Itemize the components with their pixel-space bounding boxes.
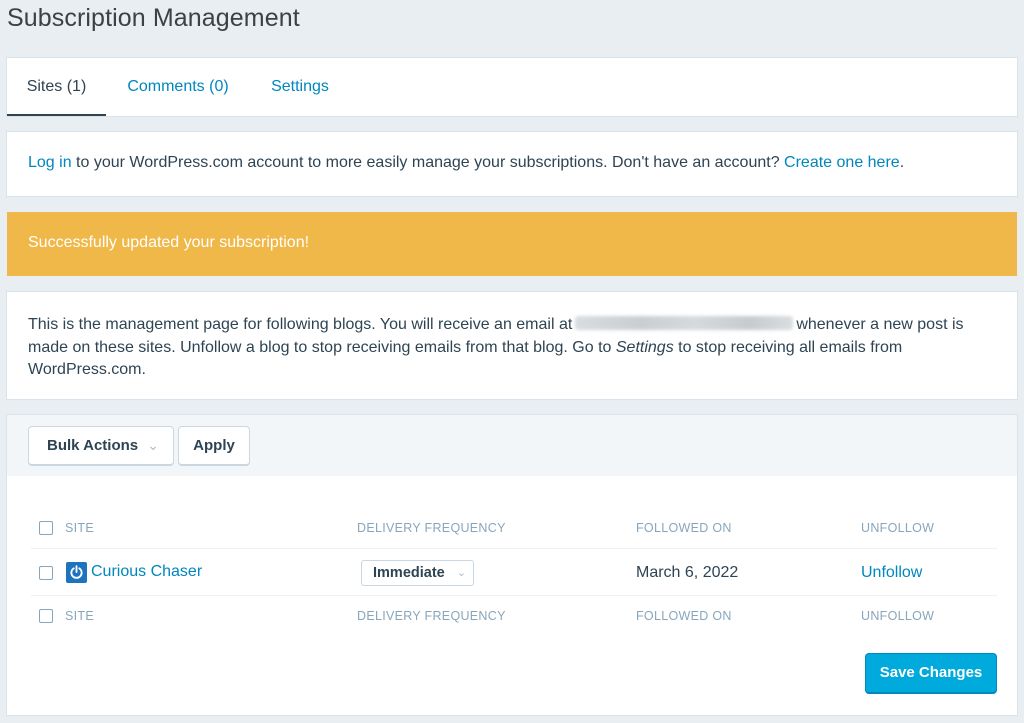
column-site-footer: Site — [65, 609, 94, 623]
save-changes-button[interactable]: Save Changes — [865, 653, 997, 694]
select-all-checkbox[interactable] — [39, 521, 53, 535]
apply-button[interactable]: Apply — [178, 426, 250, 466]
list-toolbar: Bulk Actions ⌄ Apply — [7, 415, 1017, 476]
login-notice: Log in to your WordPress.com account to … — [7, 132, 1017, 196]
column-unfollow: Unfollow — [861, 521, 935, 535]
chevron-down-icon: ⌄ — [456, 567, 466, 579]
row-checkbox[interactable] — [39, 566, 53, 580]
table-row: Curious Chaser Immediate ⌄ March 6, 2022… — [31, 548, 997, 596]
delivery-frequency-select[interactable]: Immediate ⌄ — [361, 560, 474, 586]
success-message: Successfully updated your subscription! — [28, 234, 310, 251]
power-icon — [66, 562, 87, 583]
bulk-actions-dropdown[interactable]: Bulk Actions ⌄ — [28, 426, 174, 466]
select-all-checkbox-footer[interactable] — [39, 609, 53, 623]
login-notice-text: Log in to your WordPress.com account to … — [28, 154, 904, 172]
description-text: This is the management page for followin… — [28, 314, 1003, 382]
create-account-link[interactable]: Create one here — [784, 154, 900, 171]
login-link[interactable]: Log in — [28, 154, 72, 171]
column-delivery-frequency-footer: Delivery Frequency — [357, 609, 506, 623]
table-header: Site Delivery Frequency Followed On Unfo… — [31, 511, 997, 547]
tab-comments[interactable]: Comments (0) — [116, 58, 240, 116]
delivery-frequency-value: Immediate — [373, 565, 445, 581]
tab-settings[interactable]: Settings — [260, 58, 340, 116]
column-followed-on-footer: Followed On — [636, 609, 732, 623]
tab-bar: Sites (1) Comments (0) Settings — [7, 58, 1017, 116]
unfollow-link[interactable]: Unfollow — [861, 564, 922, 582]
table-footer: Site Delivery Frequency Followed On Unfo… — [31, 597, 997, 633]
chevron-down-icon: ⌄ — [147, 437, 159, 453]
login-notice-end: . — [899, 154, 905, 171]
description-card: This is the management page for followin… — [7, 292, 1017, 399]
column-followed-on: Followed On — [636, 521, 732, 535]
success-notice: Successfully updated your subscription! — [7, 212, 1017, 276]
login-notice-middle: to your WordPress.com account to more ea… — [71, 154, 785, 171]
followed-on-date: March 6, 2022 — [636, 564, 739, 581]
column-unfollow-footer: Unfollow — [861, 609, 935, 623]
site-name-link[interactable]: Curious Chaser — [91, 563, 202, 581]
settings-emphasis: Settings — [615, 338, 674, 356]
bulk-actions-label: Bulk Actions — [47, 437, 139, 454]
page-title: Subscription Management — [7, 4, 300, 32]
email-address-redacted — [575, 316, 794, 330]
subscriptions-list: Bulk Actions ⌄ Apply Site Delivery Frequ… — [7, 415, 1017, 715]
tab-sites[interactable]: Sites (1) — [7, 58, 106, 116]
column-delivery-frequency: Delivery Frequency — [357, 521, 506, 535]
description-part1: This is the management page for followin… — [28, 316, 573, 333]
column-site: Site — [65, 521, 94, 535]
